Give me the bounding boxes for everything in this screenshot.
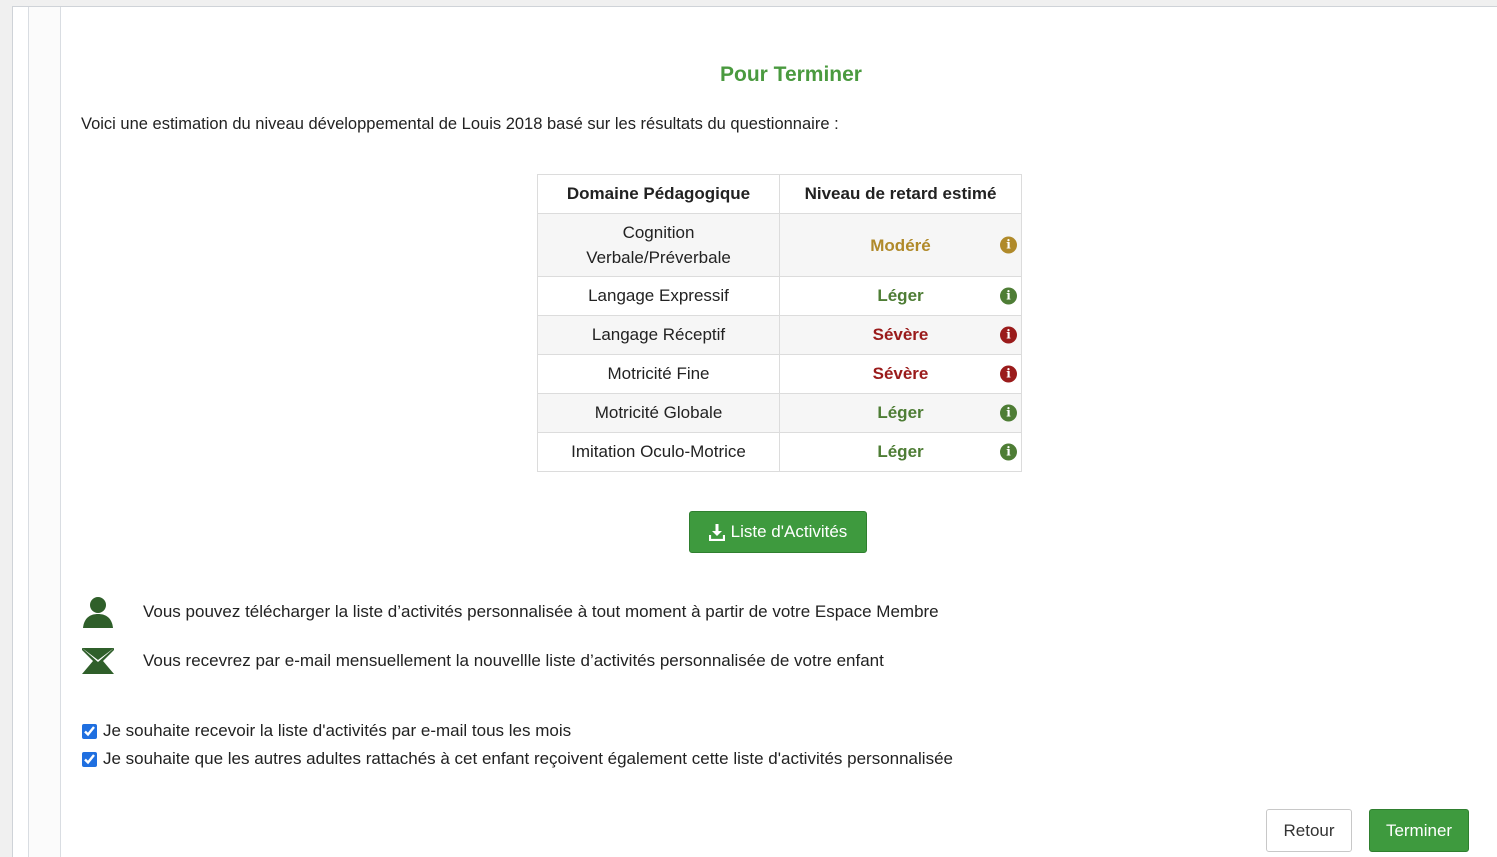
info-text: Vous recevrez par e-mail mensuellement l… <box>143 651 884 670</box>
level-label: Sévère <box>872 325 929 344</box>
domain-cell: Langage Réceptif <box>537 315 780 355</box>
level-label: Léger <box>877 286 924 305</box>
checkbox-monthly-email[interactable]: Je souhaite recevoir la liste d'activité… <box>81 721 571 741</box>
finish-button[interactable]: Terminer <box>1369 809 1469 852</box>
domain-cell: Motricité Fine <box>537 354 780 394</box>
download-activities-button[interactable]: Liste d'Activités <box>689 511 867 553</box>
table-row: Langage Expressif Léger i <box>537 276 1022 316</box>
left-rail <box>28 7 61 857</box>
results-table: Domaine Pédagogique Niveau de retard est… <box>537 174 1022 472</box>
download-activities-label: Liste d'Activités <box>730 522 848 541</box>
info-line-member-space: Vous pouvez télécharger la liste d’activ… <box>81 595 939 629</box>
domain-label-line1: Cognition <box>622 223 695 242</box>
download-icon <box>708 523 725 541</box>
back-button[interactable]: Retour <box>1266 809 1352 852</box>
checkbox-other-adults[interactable]: Je souhaite que les autres adultes ratta… <box>81 749 953 769</box>
level-label: Modéré <box>870 235 931 255</box>
table-row: Imitation Oculo-Motrice Léger i <box>537 432 1022 472</box>
level-cell: Léger i <box>779 432 1022 472</box>
app-frame: Pour Terminer Voici une estimation du ni… <box>12 6 1497 857</box>
checkbox-label: Je souhaite que les autres adultes ratta… <box>103 749 953 768</box>
envelope-icon <box>81 644 115 678</box>
info-icon[interactable]: i <box>1000 365 1017 383</box>
level-label: Léger <box>877 442 924 461</box>
level-cell: Sévère i <box>779 315 1022 355</box>
info-icon[interactable]: i <box>1000 236 1017 254</box>
table-header-row: Domaine Pédagogique Niveau de retard est… <box>537 174 1022 214</box>
level-cell: Modéré i <box>779 213 1022 277</box>
table-row: Motricité Fine Sévère i <box>537 354 1022 394</box>
table-row: Cognition Verbale/Préverbale Modéré i <box>537 213 1022 277</box>
level-label: Sévère <box>872 364 929 383</box>
info-icon[interactable]: i <box>1000 287 1017 305</box>
level-cell: Léger i <box>779 393 1022 433</box>
intro-text: Voici une estimation du niveau développe… <box>81 115 839 133</box>
column-header-domain: Domaine Pédagogique <box>537 174 780 214</box>
info-text: Vous pouvez télécharger la liste d’activ… <box>143 602 939 621</box>
level-cell: Sévère i <box>779 354 1022 394</box>
domain-cell: Langage Expressif <box>537 276 780 316</box>
main-content: Pour Terminer Voici une estimation du ni… <box>81 7 1497 857</box>
info-line-email: Vous recevrez par e-mail mensuellement l… <box>81 644 884 678</box>
checkbox-monthly-email-input[interactable] <box>82 723 97 739</box>
checkbox-other-adults-input[interactable] <box>82 751 97 767</box>
user-icon <box>81 595 115 629</box>
info-icon[interactable]: i <box>1000 404 1017 422</box>
column-header-level: Niveau de retard estimé <box>779 174 1022 214</box>
domain-label-line2: Verbale/Préverbale <box>586 248 731 267</box>
table-row: Langage Réceptif Sévère i <box>537 315 1022 355</box>
info-icon[interactable]: i <box>1000 326 1017 344</box>
checkbox-label: Je souhaite recevoir la liste d'activité… <box>103 721 572 740</box>
domain-cell: Cognition Verbale/Préverbale <box>537 213 780 277</box>
domain-cell: Motricité Globale <box>537 393 780 433</box>
table-row: Motricité Globale Léger i <box>537 393 1022 433</box>
domain-cell: Imitation Oculo-Motrice <box>537 432 780 472</box>
page-title: Pour Terminer <box>720 63 862 86</box>
info-icon[interactable]: i <box>1000 443 1017 461</box>
level-cell: Léger i <box>779 276 1022 316</box>
level-label: Léger <box>877 403 924 422</box>
